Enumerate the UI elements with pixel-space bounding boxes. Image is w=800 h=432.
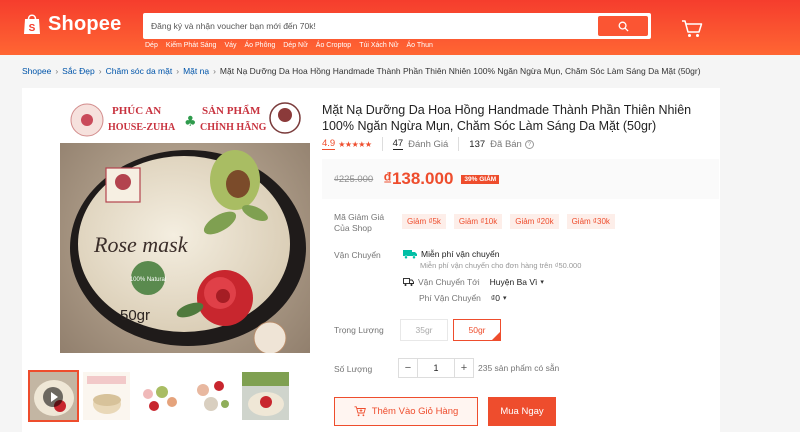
shipping-fee-label: Phí Vận Chuyển bbox=[419, 293, 481, 303]
quantity-stepper: − 1 + bbox=[398, 358, 474, 378]
thumbnail[interactable] bbox=[242, 372, 289, 420]
keyword-link[interactable]: Áo Thun bbox=[407, 42, 433, 49]
keyword-link[interactable]: Áo Croptop bbox=[316, 42, 351, 49]
keyword-link[interactable]: Váy bbox=[224, 42, 236, 49]
jar-weight-text: 50gr bbox=[120, 307, 150, 324]
cart-icon[interactable] bbox=[681, 20, 703, 38]
search-bar bbox=[143, 13, 651, 39]
voucher-tag[interactable]: Giảm ₫20k bbox=[510, 214, 559, 229]
breadcrumb-link[interactable]: Sắc Đẹp bbox=[62, 66, 95, 76]
breadcrumb-link[interactable]: Shopee bbox=[22, 66, 51, 76]
variant-option-35gr[interactable]: 35gr bbox=[400, 319, 448, 341]
shipping-label: Vận Chuyển bbox=[334, 250, 381, 260]
natural-badge-text: 100% Natural bbox=[130, 277, 166, 283]
sold-label: Đã Bán bbox=[490, 138, 522, 150]
thumbnail[interactable] bbox=[136, 372, 183, 420]
thumbnail-video[interactable] bbox=[28, 370, 79, 422]
voucher-label: Mã Giảm Giá Của Shop bbox=[334, 212, 385, 233]
original-price: ₫225.000 bbox=[334, 173, 374, 185]
buy-now-button[interactable]: Mua Ngay bbox=[488, 397, 556, 426]
voucher-tag[interactable]: Giảm ₫30k bbox=[566, 214, 615, 229]
add-to-cart-button[interactable]: Thêm Vào Giỏ Hàng bbox=[334, 397, 478, 426]
help-icon[interactable]: ? bbox=[524, 139, 534, 149]
brand-right-text-2: CHÍNH HÃNG bbox=[200, 121, 267, 133]
keyword-link[interactable]: Kiếm Phát Sáng bbox=[166, 42, 217, 49]
add-cart-icon bbox=[354, 406, 366, 417]
brand-left-text-2: HOUSE-ZUHA bbox=[108, 122, 176, 133]
stock-available: 235 sản phẩm có sẵn bbox=[478, 363, 560, 373]
rating-value[interactable]: 4.9 bbox=[322, 138, 336, 150]
truck-icon bbox=[403, 278, 414, 286]
ship-to-location[interactable]: Huyện Ba Vì bbox=[490, 277, 538, 287]
sold-count: 137 bbox=[469, 138, 486, 150]
thumbnail-image bbox=[83, 372, 130, 420]
product-main-image[interactable]: PHÚC AN HOUSE-ZUHA ♣ SẢN PHẨM CHÍNH HÃNG… bbox=[60, 98, 310, 353]
shopee-logo[interactable]: S Shopee bbox=[22, 12, 121, 36]
jar-label-text: Rose mask bbox=[93, 232, 189, 257]
ship-to-row: Vận Chuyển Tới Huyện Ba Vì ▾ bbox=[403, 277, 544, 287]
decrease-quantity-button[interactable]: − bbox=[398, 358, 418, 378]
current-price: ₫138.000 bbox=[383, 169, 454, 188]
search-button[interactable] bbox=[598, 16, 648, 36]
product-card: PHÚC AN HOUSE-ZUHA ♣ SẢN PHẨM CHÍNH HÃNG… bbox=[22, 88, 720, 432]
search-icon bbox=[618, 21, 629, 32]
keyword-link[interactable]: Dép Nữ bbox=[283, 42, 308, 49]
product-title: Mặt Nạ Dưỡng Da Hoa Hồng Handmade Thành … bbox=[322, 103, 692, 133]
breadcrumb-link[interactable]: Mặt nạ bbox=[183, 66, 209, 76]
thumbnail[interactable] bbox=[83, 372, 130, 420]
chevron-down-icon[interactable]: ▾ bbox=[503, 294, 507, 302]
thumbnail[interactable] bbox=[189, 372, 236, 420]
breadcrumb-current: Mặt Nạ Dưỡng Da Hoa Hồng Handmade Thành … bbox=[219, 66, 701, 76]
product-stats: 4.9 ★★★★★ 47 Đánh Giá 137 Đã Bán ? bbox=[322, 137, 534, 151]
keyword-link[interactable]: Túi Xách Nữ bbox=[359, 42, 398, 49]
voucher-tag[interactable]: Giảm ₫5k bbox=[402, 214, 446, 229]
reviews-label: Đánh Giá bbox=[408, 138, 449, 150]
thumbnail-image bbox=[136, 372, 183, 420]
quantity-label: Số Lượng bbox=[334, 364, 373, 374]
free-shipping-truck-icon bbox=[403, 250, 417, 259]
chevron-right-icon: › bbox=[98, 66, 102, 76]
free-shipping-text: Miễn phí vận chuyển bbox=[421, 249, 500, 259]
star-rating-icon: ★★★★★ bbox=[338, 139, 372, 149]
shipping-fee-row: Phí Vận Chuyển ₫0 ▾ bbox=[419, 293, 507, 303]
ship-to-label: Vận Chuyển Tới bbox=[418, 277, 480, 287]
shopping-bag-icon: S bbox=[24, 14, 40, 34]
chevron-right-icon: › bbox=[176, 66, 180, 76]
free-shipping-condition: Miễn phí vận chuyển cho đơn hàng trên ₫5… bbox=[420, 261, 582, 270]
free-shipping: Miễn phí vận chuyển bbox=[403, 249, 499, 259]
product-photo: PHÚC AN HOUSE-ZUHA ♣ SẢN PHẨM CHÍNH HÃNG… bbox=[60, 98, 310, 353]
keyword-link[interactable]: Dép bbox=[145, 42, 158, 49]
quantity-input[interactable]: 1 bbox=[418, 358, 454, 378]
breadcrumb-link[interactable]: Chăm sóc da mặt bbox=[106, 66, 173, 76]
play-icon bbox=[43, 387, 63, 407]
chevron-right-icon: › bbox=[213, 66, 216, 76]
svg-text:♣: ♣ bbox=[184, 114, 197, 130]
chevron-down-icon[interactable]: ▾ bbox=[540, 278, 544, 286]
increase-quantity-button[interactable]: + bbox=[454, 358, 474, 378]
trending-keywords: Dép Kiếm Phát Sáng Váy Áo Phông Dép Nữ Á… bbox=[145, 42, 433, 49]
voucher-list: Giảm ₫5k Giảm ₫10k Giảm ₫20k Giảm ₫30k bbox=[402, 214, 615, 229]
breadcrumb: Shopee › Sắc Đẹp › Chăm sóc da mặt › Mặt… bbox=[22, 66, 701, 76]
weight-label: Trọng Lượng bbox=[334, 325, 384, 335]
brand-left-text: PHÚC AN bbox=[112, 105, 161, 117]
thumbnail-image bbox=[242, 372, 289, 420]
svg-text:S: S bbox=[29, 23, 36, 34]
voucher-tag[interactable]: Giảm ₫10k bbox=[453, 214, 503, 229]
divider bbox=[381, 137, 383, 151]
divider bbox=[458, 137, 460, 151]
price-section: ₫225.000 ₫138.000 39% GIẢM bbox=[322, 159, 719, 199]
chevron-right-icon: › bbox=[55, 66, 59, 76]
variant-option-50gr[interactable]: 50gr bbox=[453, 319, 501, 341]
add-to-cart-label: Thêm Vào Giỏ Hàng bbox=[371, 406, 459, 417]
shipping-fee-value[interactable]: ₫0 bbox=[491, 293, 500, 303]
logo-text: Shopee bbox=[48, 12, 122, 35]
search-input[interactable] bbox=[151, 13, 591, 39]
discount-badge: 39% GIẢM bbox=[461, 174, 500, 184]
thumbnail-image bbox=[189, 372, 236, 420]
thumbnail-strip bbox=[28, 370, 289, 422]
brand-right-text: SẢN PHẨM bbox=[202, 104, 261, 117]
top-header: S Shopee Dép Kiếm Phát Sáng Váy Áo Phông… bbox=[0, 0, 800, 55]
keyword-link[interactable]: Áo Phông bbox=[245, 42, 276, 49]
reviews-count[interactable]: 47 bbox=[392, 138, 404, 150]
